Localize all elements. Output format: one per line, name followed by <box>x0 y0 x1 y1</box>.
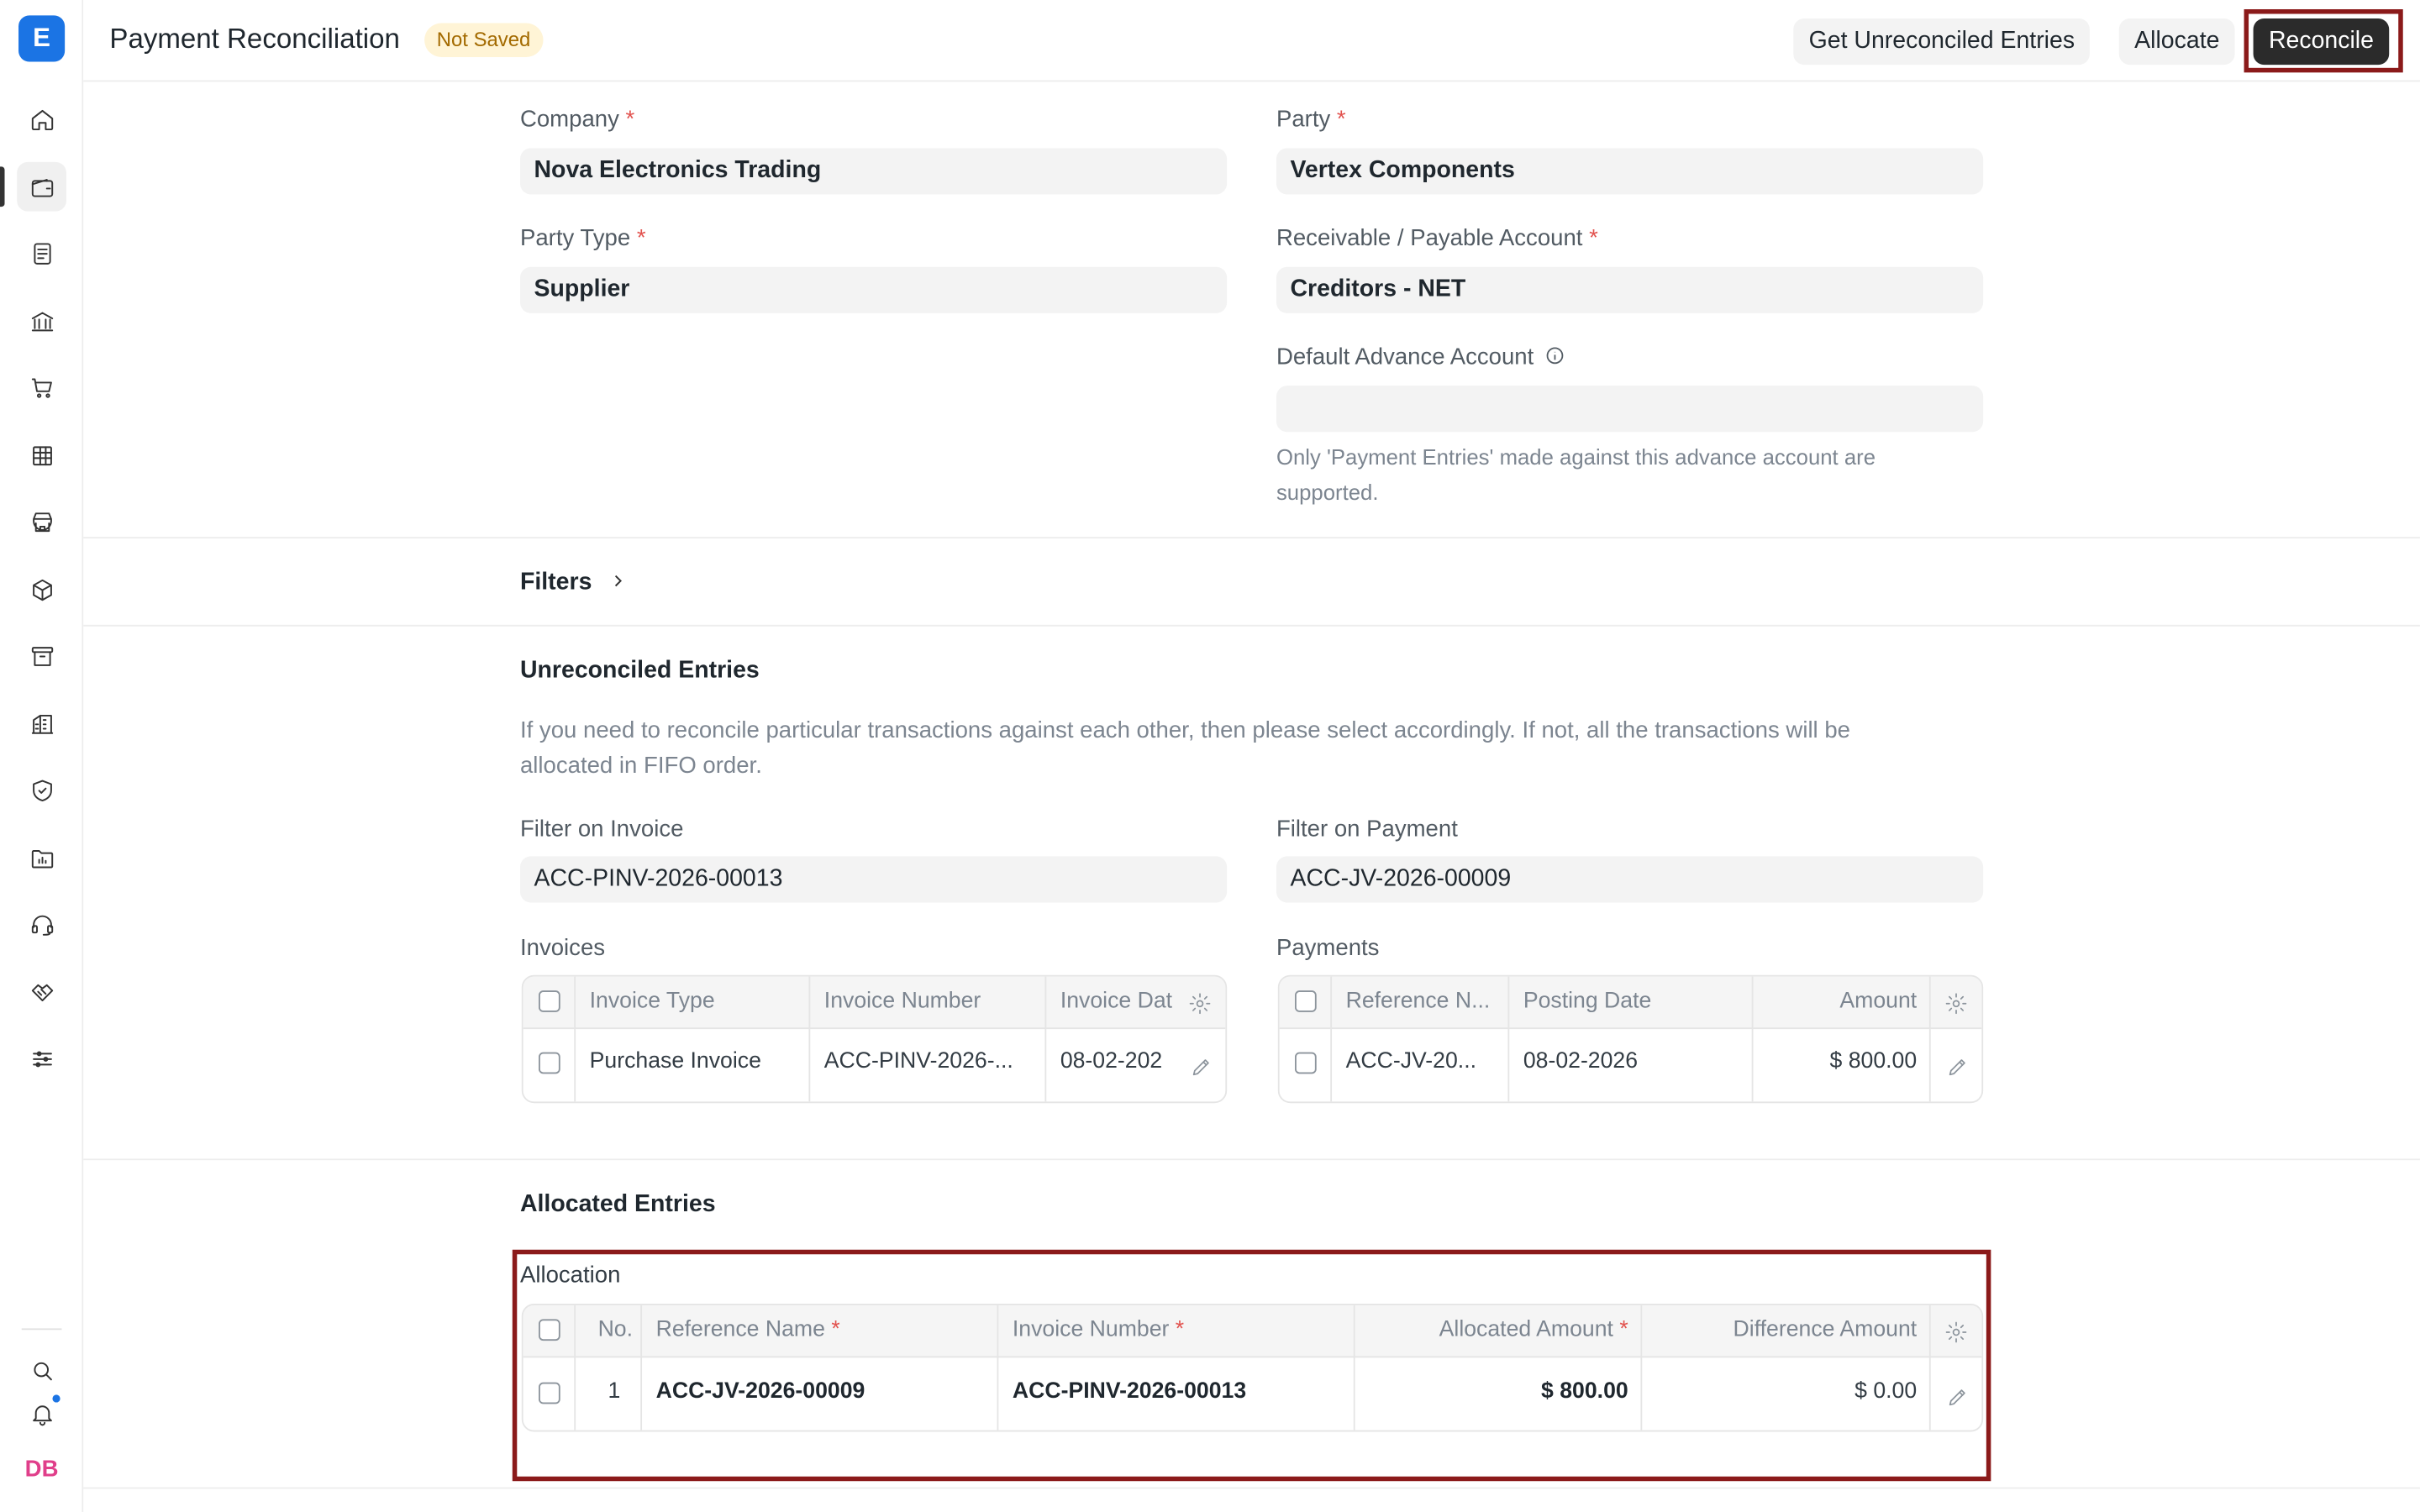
notification-dot <box>50 1393 62 1404</box>
payments-table: Reference N... Posting Date Amount ACC-J… <box>1277 974 1984 1104</box>
invoices-select-all-checkbox[interactable] <box>539 990 560 1012</box>
party-type-label: Party Type * <box>519 225 646 252</box>
filter-on-payment-field[interactable]: ACC-JV-2026-00009 <box>1276 856 1984 903</box>
edit-icon[interactable] <box>1190 1055 1213 1079</box>
column-header: Amount <box>1839 989 1918 1014</box>
column-header: Posting Date <box>1523 989 1652 1014</box>
party-label: Party * <box>1276 106 1346 133</box>
building-icon[interactable] <box>17 699 66 748</box>
gear-icon[interactable] <box>1944 992 1968 1016</box>
bank-icon[interactable] <box>17 297 66 346</box>
folder-chart-icon[interactable] <box>17 833 66 883</box>
allocation-highlight-box <box>512 1249 1991 1482</box>
gear-icon[interactable] <box>1188 992 1212 1016</box>
handshake-icon[interactable] <box>17 968 66 1017</box>
column-header: Reference N... <box>1345 989 1491 1014</box>
page-title: Payment Reconciliation <box>109 23 400 55</box>
reconcile-highlight-box <box>2244 9 2403 73</box>
archive-icon[interactable] <box>17 631 66 680</box>
sidebar-divider <box>21 1328 62 1331</box>
app-logo[interactable]: E <box>18 15 66 62</box>
advance-account-help: Only 'Payment Entries' made against this… <box>1276 444 1876 505</box>
account-label: Receivable / Payable Account * <box>1276 225 1598 252</box>
bell-icon[interactable] <box>17 1389 66 1438</box>
section-divider <box>83 1487 2420 1489</box>
unreconciled-entries-title: Unreconciled Entries <box>519 657 760 684</box>
search-icon[interactable] <box>17 1346 66 1395</box>
status-badge: Not Saved <box>424 23 543 57</box>
payments-label: Payments <box>1276 935 1380 962</box>
filter-on-payment-label: Filter on Payment <box>1276 816 1458 843</box>
party-type-field[interactable]: Supplier <box>519 266 1228 313</box>
filter-on-invoice-field[interactable]: ACC-PINV-2026-00013 <box>519 856 1228 903</box>
section-divider <box>83 1158 2420 1161</box>
table-icon[interactable] <box>17 430 66 480</box>
info-icon <box>1546 347 1564 365</box>
headset-icon[interactable] <box>17 900 66 949</box>
table-cell[interactable]: 08-02-2026 <box>1523 1049 1638 1074</box>
sliders-icon[interactable] <box>17 1034 66 1084</box>
avatar[interactable]: DB <box>24 1453 60 1484</box>
invoice-row-checkbox[interactable] <box>539 1052 560 1074</box>
column-header: Invoice Type <box>589 989 715 1014</box>
company-label: Company * <box>519 106 635 133</box>
get-unreconciled-entries-button[interactable]: Get Unreconciled Entries <box>1793 18 2091 66</box>
receivable-payable-account-field[interactable]: Creditors - NET <box>1276 266 1984 313</box>
invoices-table: Invoice Type Invoice Number Invoice Dat … <box>521 974 1228 1104</box>
table-cell[interactable]: ACC-PINV-2026-... <box>824 1049 1037 1074</box>
home-icon[interactable] <box>17 94 66 144</box>
page-header: Payment Reconciliation Not Saved Get Unr… <box>83 0 2420 82</box>
chevron-right-icon <box>614 575 622 587</box>
table-cell[interactable]: Purchase Invoice <box>590 1049 802 1074</box>
cart-icon[interactable] <box>17 363 66 412</box>
invoices-label: Invoices <box>519 935 606 962</box>
default-advance-account-field[interactable] <box>1276 386 1984 433</box>
allocate-button[interactable]: Allocate <box>2118 18 2235 66</box>
allocated-entries-title: Allocated Entries <box>519 1190 716 1218</box>
section-divider <box>83 624 2420 627</box>
column-header: Invoice Dat <box>1060 989 1173 1014</box>
box-icon[interactable] <box>17 564 66 614</box>
company-field[interactable]: Nova Electronics Trading <box>519 148 1228 195</box>
shield-icon[interactable] <box>17 765 66 815</box>
payments-select-all-checkbox[interactable] <box>1294 990 1317 1012</box>
wallet-icon[interactable] <box>17 161 66 212</box>
column-header: Invoice Number <box>823 989 981 1014</box>
store-icon[interactable] <box>17 496 66 546</box>
sidebar: E DB <box>0 0 84 1512</box>
party-field[interactable]: Vertex Components <box>1276 148 1984 195</box>
active-indicator <box>0 166 5 207</box>
table-cell[interactable]: $ 800.00 <box>1767 1049 1917 1074</box>
section-divider <box>83 537 2420 539</box>
default-advance-account-label: Default Advance Account <box>1276 344 1565 370</box>
filters-toggle[interactable]: Filters <box>520 570 628 597</box>
payment-row-checkbox[interactable] <box>1294 1052 1317 1074</box>
filter-on-invoice-label: Filter on Invoice <box>519 816 684 843</box>
table-cell[interactable]: 08-02-202 <box>1060 1049 1181 1074</box>
edit-icon[interactable] <box>1946 1055 1970 1079</box>
table-cell[interactable]: ACC-JV-20... <box>1346 1049 1501 1074</box>
document-icon[interactable] <box>17 228 66 278</box>
unreconciled-entries-description: If you need to reconcile particular tran… <box>519 717 1851 780</box>
